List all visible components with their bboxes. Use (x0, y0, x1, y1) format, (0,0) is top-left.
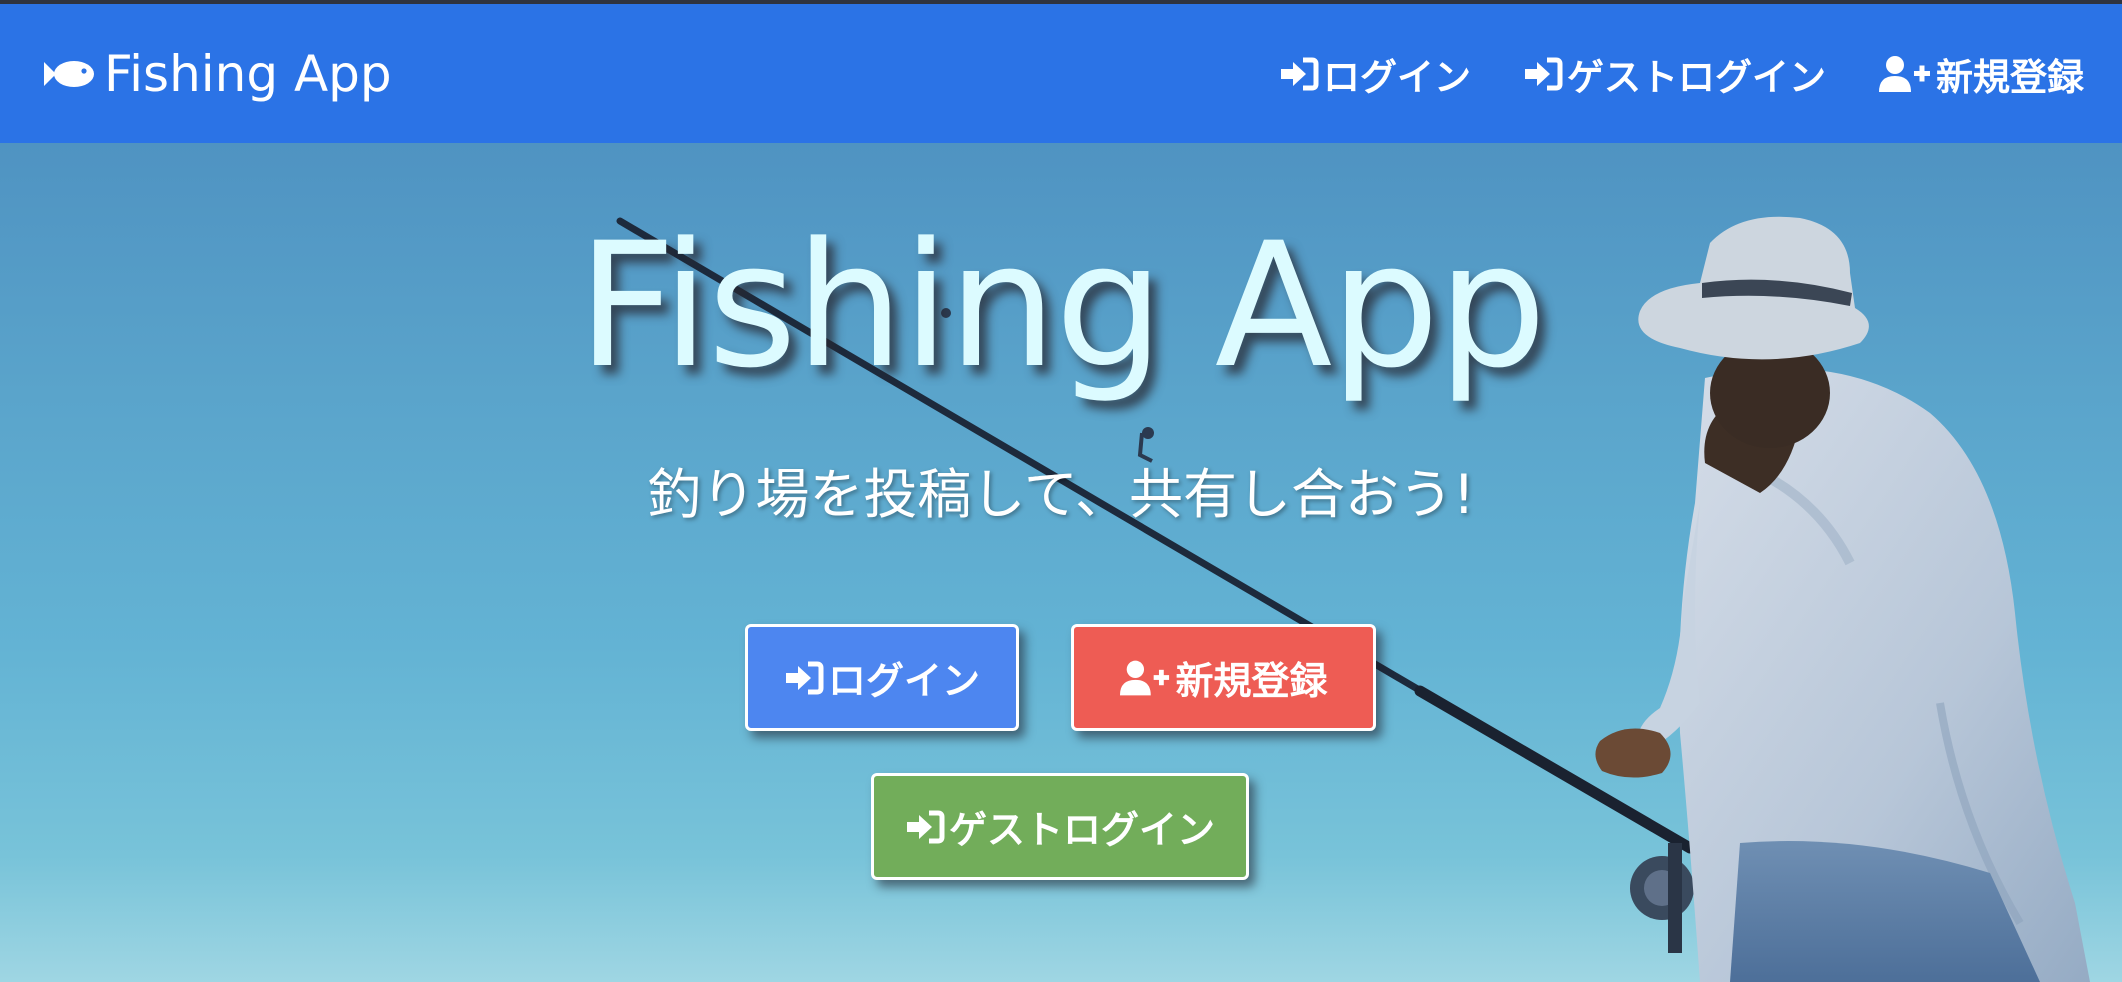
login-button-label: ログイン (827, 659, 980, 703)
nav-login-label: ログイン (1323, 55, 1471, 99)
guest-login-button[interactable]: ゲストログイン (871, 773, 1249, 880)
sign-in-icon (1281, 57, 1319, 90)
nav-guest-login-label: ゲストログイン (1567, 55, 1826, 99)
sign-in-icon (906, 810, 945, 843)
user-plus-icon (1879, 55, 1930, 92)
nav-signup-link[interactable]: 新規登録 (1878, 47, 2084, 101)
nav-links: ログイン ゲストログイン 新規登録 (1227, 47, 2084, 101)
hero-title: Fishing App (577, 205, 1547, 406)
signup-button[interactable]: 新規登録 (1071, 624, 1376, 731)
guest-login-button-label: ゲストログイン (948, 808, 1215, 852)
nav-login-link[interactable]: ログイン (1279, 47, 1471, 101)
user-plus-icon (1120, 660, 1170, 695)
hero-subtitle: 釣り場を投稿して、共有し合おう! (647, 463, 1475, 526)
signup-button-label: 新規登録 (1175, 659, 1328, 703)
navbar: Fishing App ログイン ゲストログイン 新規登録 (0, 4, 2122, 143)
brand-name: Fishing App (104, 44, 392, 103)
nav-guest-login-link[interactable]: ゲストログイン (1523, 47, 1826, 101)
brand-link[interactable]: Fishing App (38, 45, 392, 103)
login-button[interactable]: ログイン (745, 624, 1019, 731)
nav-signup-label: 新規登録 (1936, 55, 2084, 99)
sign-in-icon (785, 661, 824, 694)
fish-icon (44, 60, 94, 87)
hero-section: Fishing App 釣り場を投稿して、共有し合おう! ログイン 新規登録 ゲ… (0, 143, 2122, 982)
sign-in-icon (1525, 57, 1563, 90)
